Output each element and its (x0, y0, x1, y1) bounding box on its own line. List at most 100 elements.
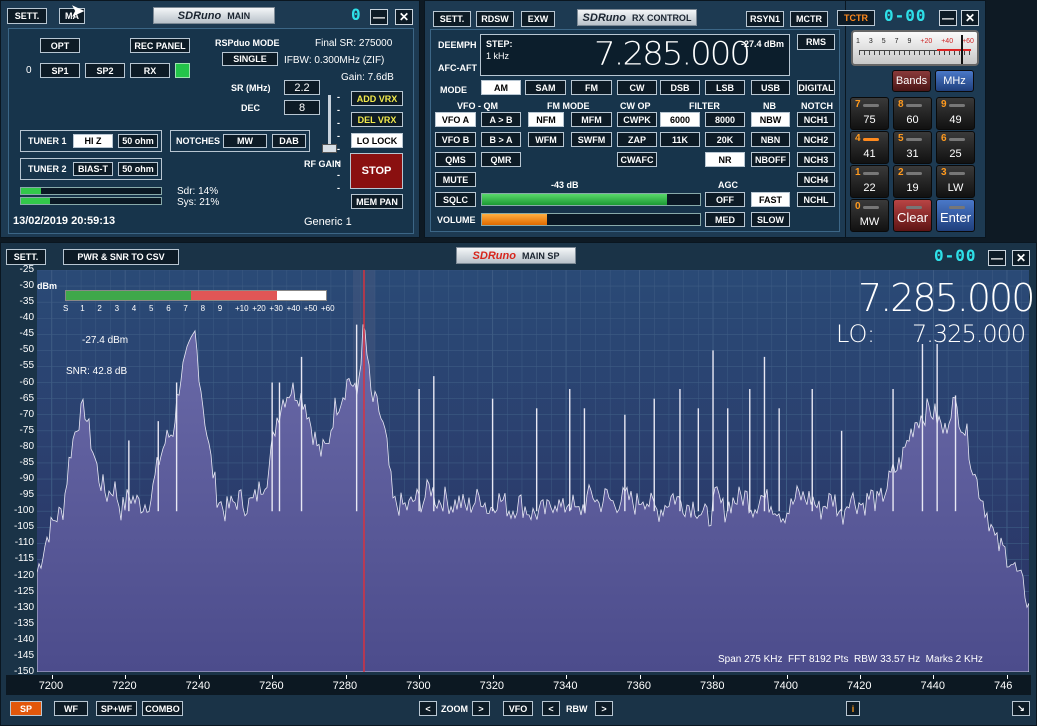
wfm-button[interactable]: WFM (528, 132, 564, 147)
keypad-key-41[interactable]: 4 41 (850, 131, 889, 164)
del-vrx-button[interactable]: DEL VRX (351, 112, 403, 127)
main-sett-button[interactable]: SETT. (7, 8, 47, 24)
mem-pan-button[interactable]: MEM PAN (351, 194, 403, 209)
mode-sam-button[interactable]: SAM (525, 80, 566, 95)
rdsw-button[interactable]: RDSW (476, 11, 514, 27)
rx-minimize-icon[interactable]: — (939, 10, 957, 26)
qmr-button[interactable]: QMR (481, 152, 521, 167)
main-minimize-icon[interactable]: — (370, 9, 388, 25)
b-to-a-button[interactable]: B > A (481, 132, 521, 147)
mode-cw-button[interactable]: CW (617, 80, 657, 95)
vfo-center-button[interactable]: VFO (503, 701, 533, 716)
rms-button[interactable]: RMS (797, 34, 835, 50)
rbw-down-button[interactable]: < (542, 701, 560, 716)
nbn-button[interactable]: NBN (751, 132, 790, 147)
dab-notch-button[interactable]: DAB (272, 134, 306, 148)
opt-button[interactable]: OPT (40, 38, 80, 53)
rx-frequency[interactable]: 7.285.000 (594, 35, 751, 73)
sqlc-slider[interactable] (481, 193, 701, 206)
nch2-button[interactable]: NCH2 (797, 132, 835, 147)
keypad-key-75[interactable]: 7 75 (850, 97, 889, 130)
nboff-button[interactable]: NBOFF (751, 152, 790, 167)
wf-mode-button[interactable]: WF (54, 701, 88, 716)
keypad-key-22[interactable]: 1 22 (850, 165, 889, 198)
combo-mode-button[interactable]: COMBO (142, 701, 183, 716)
tuner1-50ohm-button[interactable]: 50 ohm (118, 134, 158, 148)
tctr-button[interactable]: TCTR (837, 10, 875, 26)
keypad-key-mw[interactable]: 0 MW (850, 199, 889, 232)
rf-gain-slider-track[interactable] (328, 95, 331, 150)
rx-sett-button[interactable]: SETT. (433, 11, 471, 27)
agc-fast-button[interactable]: FAST (751, 192, 790, 207)
info-button[interactable]: i (846, 701, 860, 716)
volume-slider[interactable] (481, 213, 701, 226)
keypad-key-19[interactable]: 2 19 (893, 165, 932, 198)
a-to-b-button[interactable]: A > B (481, 112, 521, 127)
nch3-button[interactable]: NCH3 (797, 152, 835, 167)
sqlc-button[interactable]: SQLC (435, 192, 476, 207)
agc-off-button[interactable]: OFF (705, 192, 745, 207)
nfm-button[interactable]: NFM (528, 112, 564, 127)
main-close-icon[interactable]: ✕ (395, 9, 413, 25)
vfo-a-button[interactable]: VFO A (435, 112, 476, 127)
cwafc-button[interactable]: CWAFC (617, 152, 657, 167)
sp-wf-mode-button[interactable]: SP+WF (96, 701, 137, 716)
mode-fm-button[interactable]: FM (571, 80, 612, 95)
pwr-snr-csv-button[interactable]: PWR & SNR TO CSV (63, 249, 179, 265)
sp1-button[interactable]: SP1 (40, 63, 80, 78)
tuner2-50ohm-button[interactable]: 50 ohm (118, 162, 158, 176)
keypad-key-clear[interactable]: Clear (893, 199, 932, 232)
keypad-key-31[interactable]: 5 31 (893, 131, 932, 164)
keypad-key-mhz[interactable]: MHz (935, 70, 974, 92)
keypad-key-25[interactable]: 6 25 (936, 131, 975, 164)
keypad-key-enter[interactable]: Enter (936, 199, 975, 232)
nch1-button[interactable]: NCH1 (797, 112, 835, 127)
rx-title-bar[interactable]: SDRuno RX CONTROL (577, 9, 697, 26)
swfm-button[interactable]: SWFM (571, 132, 612, 147)
resize-icon[interactable]: ↘ (1012, 701, 1030, 716)
rx-close-icon[interactable]: ✕ (961, 10, 979, 26)
zoom-out-button[interactable]: < (419, 701, 437, 716)
vfo-b-button[interactable]: VFO B (435, 132, 476, 147)
sp-frequency[interactable]: 7.285.000 (858, 276, 1035, 320)
mode-digital-button[interactable]: DIGITAL (797, 80, 835, 95)
sp-sett-button[interactable]: SETT. (6, 249, 46, 265)
keypad-key-lw[interactable]: 3 LW (936, 165, 975, 198)
rec-panel-button[interactable]: REC PANEL (130, 38, 190, 53)
main-title-bar[interactable]: SDRuno MAIN (153, 7, 275, 24)
zoom-in-button[interactable]: > (472, 701, 490, 716)
mode-am-button[interactable]: AM (481, 80, 521, 95)
agc-med-button[interactable]: MED (705, 212, 745, 227)
rsyn1-button[interactable]: RSYN1 (746, 11, 784, 27)
filter-20k-button[interactable]: 20K (705, 132, 745, 147)
single-button[interactable]: SINGLE (222, 52, 278, 66)
sp-close-icon[interactable]: ✕ (1012, 250, 1030, 266)
mode-usb-button[interactable]: USB (751, 80, 790, 95)
mode-dsb-button[interactable]: DSB (660, 80, 700, 95)
dec-value-field[interactable]: 8 (284, 100, 320, 115)
hiz-button[interactable]: HI Z (73, 134, 113, 148)
keypad-key-49[interactable]: 9 49 (936, 97, 975, 130)
sp-title-bar[interactable]: SDRuno MAIN SP (456, 247, 576, 264)
sp-minimize-icon[interactable]: — (988, 250, 1006, 266)
rx-button[interactable]: RX (130, 63, 170, 78)
filter-8000-button[interactable]: 8000 (705, 112, 745, 127)
sr-value-field[interactable]: 2.2 (284, 80, 320, 95)
filter-11k-button[interactable]: 11K (660, 132, 700, 147)
qms-button[interactable]: QMS (435, 152, 476, 167)
mute-button[interactable]: MUTE (435, 172, 476, 187)
exw-button[interactable]: EXW (521, 11, 555, 27)
rbw-up-button[interactable]: > (595, 701, 613, 716)
keypad-key-60[interactable]: 8 60 (893, 97, 932, 130)
keypad-key-bands[interactable]: Bands (892, 70, 931, 92)
add-vrx-button[interactable]: ADD VRX (351, 91, 403, 106)
filter-6000-button[interactable]: 6000 (660, 112, 700, 127)
mw-notch-button[interactable]: MW (223, 134, 267, 148)
mode-lsb-button[interactable]: LSB (705, 80, 745, 95)
lo-frequency[interactable]: 7.325.000 (912, 320, 1026, 348)
agc-slow-button[interactable]: SLOW (751, 212, 790, 227)
cwpk-button[interactable]: CWPK (617, 112, 657, 127)
bias-t-button[interactable]: BIAS-T (73, 162, 113, 176)
sp-mode-button[interactable]: SP (10, 701, 42, 716)
nch4-button[interactable]: NCH4 (797, 172, 835, 187)
